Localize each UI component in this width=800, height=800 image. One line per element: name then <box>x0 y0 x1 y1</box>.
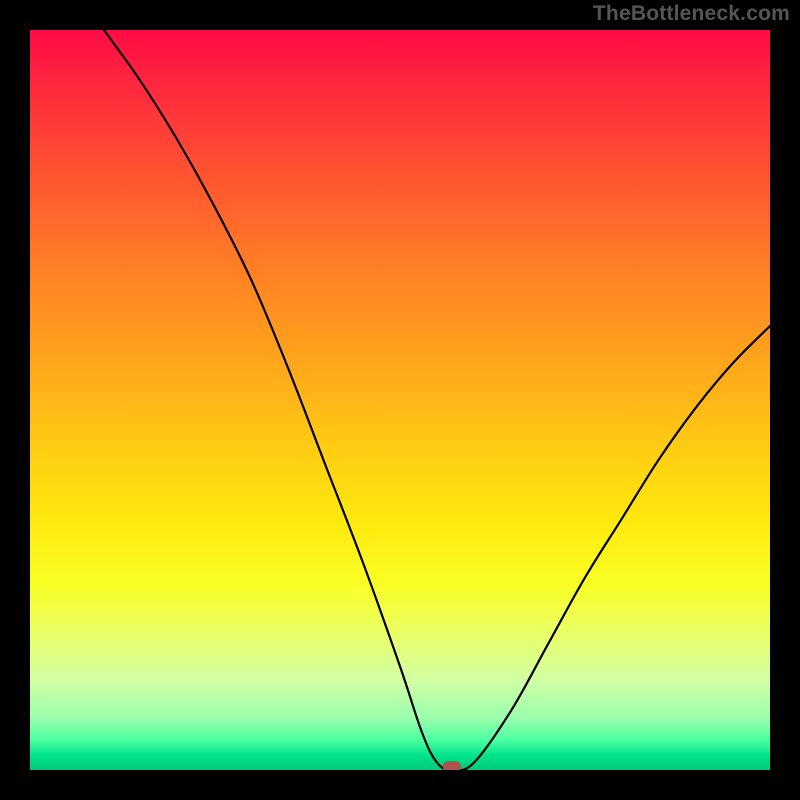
chart-frame: TheBottleneck.com <box>0 0 800 800</box>
plot-area <box>30 30 770 770</box>
bottleneck-curve <box>104 30 770 770</box>
optimal-marker <box>443 762 461 771</box>
curve-svg <box>30 30 770 770</box>
attribution-label: TheBottleneck.com <box>593 2 790 26</box>
